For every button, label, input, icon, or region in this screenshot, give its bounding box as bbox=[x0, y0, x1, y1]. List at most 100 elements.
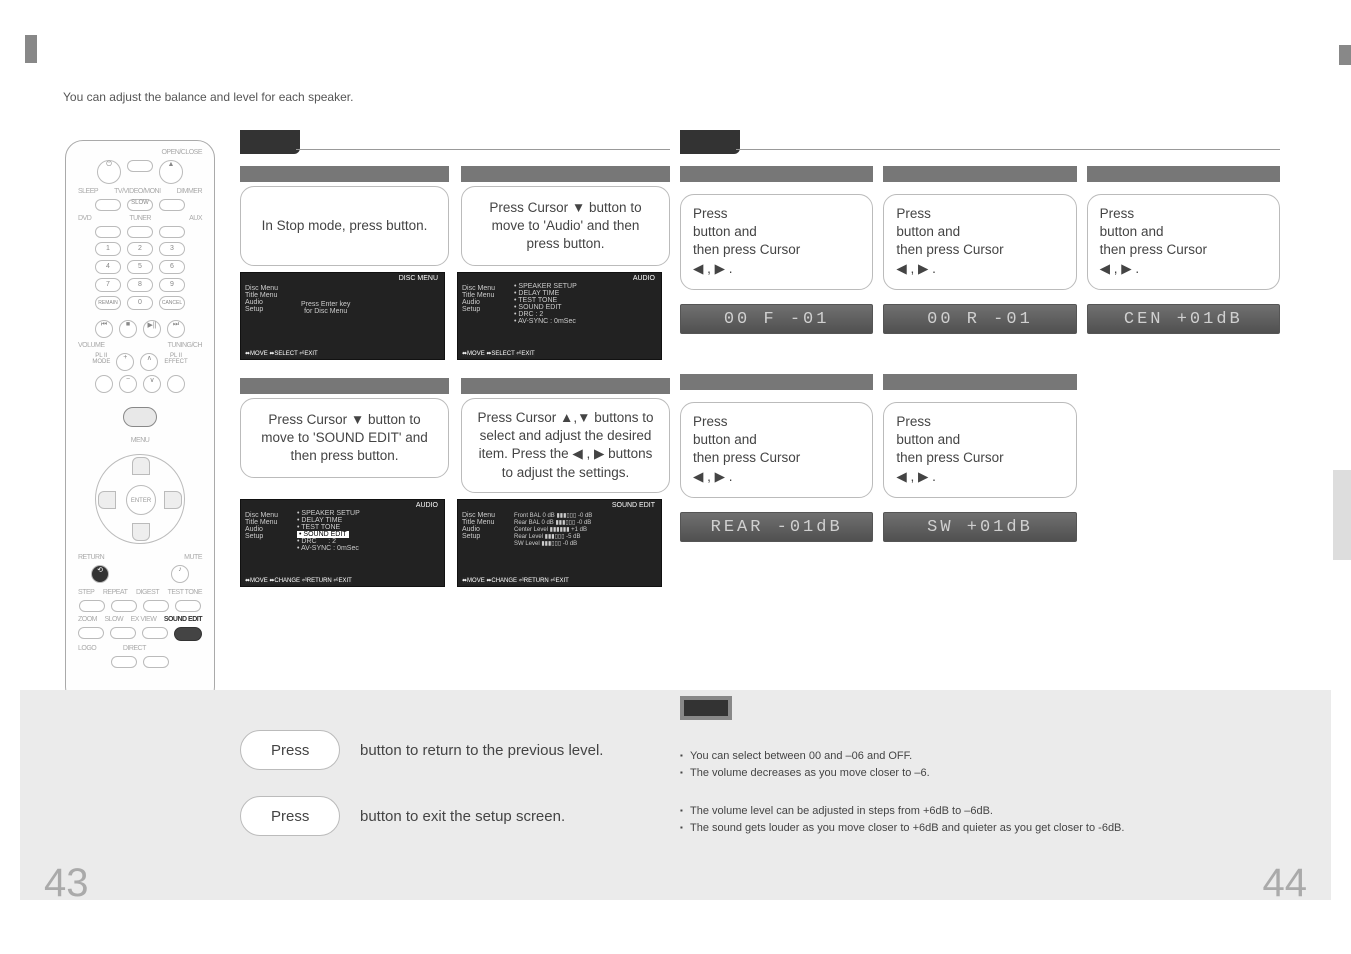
remain-button[interactable]: REMAIN bbox=[95, 296, 121, 310]
screen-sound-edit: SOUND EDIT Disc Menu Title Menu Audio Se… bbox=[457, 499, 662, 587]
r-step2-tab bbox=[883, 166, 1076, 182]
note-box: You can select between 00 and –06 and OF… bbox=[680, 696, 1270, 836]
digest-button[interactable] bbox=[143, 600, 169, 612]
tuning-label: TUNING/CH bbox=[168, 342, 202, 349]
repeat-label: REPEAT bbox=[103, 589, 128, 596]
exview-button[interactable] bbox=[142, 627, 168, 639]
zoom-button[interactable] bbox=[78, 627, 104, 639]
step-1-tab bbox=[240, 166, 449, 182]
step-button[interactable] bbox=[79, 600, 105, 612]
screen1-side: Disc Menu Title Menu Audio Setup bbox=[245, 285, 293, 313]
cursor-down[interactable] bbox=[132, 523, 150, 541]
slow2-button[interactable] bbox=[110, 627, 136, 639]
screen1-footer: ⬌MOVE ⬌SELECT ⏎EXIT bbox=[245, 350, 318, 357]
screen4-footer: ⬌MOVE ⬌CHANGE ⏎RETURN ⏎EXIT bbox=[462, 577, 569, 584]
blank-button[interactable] bbox=[127, 160, 153, 172]
screen3-side: Disc Menu Title Menu Audio Setup bbox=[245, 512, 293, 540]
menu-button[interactable] bbox=[123, 407, 157, 427]
screen2-side: Disc Menu Title Menu Audio Setup bbox=[462, 285, 510, 313]
step-label: STEP bbox=[78, 589, 94, 596]
vol-up[interactable]: + bbox=[116, 353, 134, 371]
screen4-items: Front BAL 0 dB ▮▮▮▯▯▯ -0 dB Rear BAL 0 d… bbox=[514, 512, 592, 547]
screen4-header: SOUND EDIT bbox=[612, 502, 655, 509]
return-button[interactable]: ⟲ bbox=[91, 565, 109, 583]
bottom-left: Press button to return to the previous l… bbox=[240, 730, 603, 862]
r-step5-tab bbox=[883, 374, 1076, 390]
cursor-right[interactable] bbox=[164, 491, 182, 509]
mode-button[interactable] bbox=[95, 375, 113, 393]
cursor-up[interactable] bbox=[132, 457, 150, 475]
tune-up[interactable]: ∧ bbox=[140, 353, 158, 371]
num-5[interactable]: 5 bbox=[127, 260, 153, 274]
intro-text: You can adjust the balance and level for… bbox=[63, 90, 353, 104]
step-2-box: Press Cursor ▼ button to move to 'Audio'… bbox=[461, 186, 670, 266]
effect-button[interactable] bbox=[167, 375, 185, 393]
aux-button[interactable] bbox=[159, 226, 185, 238]
tuner-label: TUNER bbox=[129, 215, 151, 222]
display-front-balance: 00 F -01 bbox=[680, 304, 873, 334]
display-center-level: CEN +01dB bbox=[1087, 304, 1280, 334]
soundedit-label: SOUND EDIT bbox=[164, 616, 202, 623]
repeat-button[interactable] bbox=[111, 600, 137, 612]
vol-down[interactable]: − bbox=[119, 375, 137, 393]
dimmer-button[interactable] bbox=[159, 199, 185, 211]
prev-button[interactable]: ⏮ bbox=[95, 320, 113, 338]
num-8[interactable]: 8 bbox=[127, 278, 153, 292]
step-1-box: In Stop mode, press button. bbox=[240, 186, 449, 266]
num-7[interactable]: 7 bbox=[95, 278, 121, 292]
press-exit-pill: Press bbox=[240, 796, 340, 836]
num-1[interactable]: 1 bbox=[95, 242, 121, 256]
press-label-1: Press bbox=[271, 742, 309, 759]
section-tab-right bbox=[680, 130, 1280, 154]
next-button[interactable]: ⏭ bbox=[167, 320, 185, 338]
page-number-left: 43 bbox=[44, 861, 89, 906]
page-area: OPEN/CLOSE ⏻▲ SLEEPTV/VIDEO/MONIDIMMER S… bbox=[20, 130, 1331, 934]
power-button[interactable]: ⏻ bbox=[97, 160, 121, 184]
screen2-footer: ⬌MOVE ⬌SELECT ⏎EXIT bbox=[462, 350, 535, 357]
r-step4-tab bbox=[680, 374, 873, 390]
r-step1-tab bbox=[680, 166, 873, 182]
note-2: The volume decreases as you move closer … bbox=[680, 765, 1270, 782]
exview-label: EX VIEW bbox=[131, 616, 157, 623]
direct-button[interactable] bbox=[143, 656, 169, 668]
num-6[interactable]: 6 bbox=[159, 260, 185, 274]
step-2-text: Press Cursor ▼ button to move to 'Audio'… bbox=[476, 199, 655, 254]
logo-button[interactable] bbox=[111, 656, 137, 668]
dimmer-label: DIMMER bbox=[177, 188, 202, 195]
tuner-button[interactable] bbox=[127, 226, 153, 238]
soundedit-button[interactable] bbox=[174, 627, 202, 641]
mute-button[interactable]: ♪ bbox=[171, 565, 189, 583]
screen2-items: • SPEAKER SETUP • DELAY TIME • TEST TONE… bbox=[514, 283, 577, 325]
stop-button[interactable]: ■ bbox=[119, 320, 137, 338]
tune-down[interactable]: ∨ bbox=[143, 375, 161, 393]
logo-label: LOGO bbox=[78, 645, 96, 652]
return-instruction: button to return to the previous level. bbox=[360, 742, 603, 759]
r-step4-text: Press button and then press Cursor ◀ , ▶… bbox=[693, 413, 860, 486]
play-button[interactable]: ▶|| bbox=[143, 320, 161, 338]
note-1: You can select between 00 and –06 and OF… bbox=[680, 748, 1270, 765]
enter-button[interactable]: ENTER bbox=[126, 485, 156, 515]
num-2[interactable]: 2 bbox=[127, 242, 153, 256]
testtone-button[interactable] bbox=[175, 600, 201, 612]
page-number-right: 44 bbox=[1263, 861, 1308, 906]
r-step3-tab bbox=[1087, 166, 1280, 182]
num-4[interactable]: 4 bbox=[95, 260, 121, 274]
eject-button[interactable]: ▲ bbox=[159, 160, 183, 184]
right-column: Press button and then press Cursor ◀ , ▶… bbox=[680, 130, 1280, 542]
r-step4-box: Press button and then press Cursor ◀ , ▶… bbox=[680, 402, 873, 498]
aux-label: AUX bbox=[189, 215, 202, 222]
screen3-footer: ⬌MOVE ⬌CHANGE ⏎RETURN ⏎EXIT bbox=[245, 577, 352, 584]
header-accent bbox=[25, 35, 37, 63]
cursor-left[interactable] bbox=[98, 491, 116, 509]
num-0[interactable]: 0 bbox=[127, 296, 153, 310]
num-9[interactable]: 9 bbox=[159, 278, 185, 292]
slow-button[interactable]: SLOW bbox=[127, 199, 153, 211]
r-step1-box: Press button and then press Cursor ◀ , ▶… bbox=[680, 194, 873, 290]
sleep-button[interactable] bbox=[95, 199, 121, 211]
mute-label: MUTE bbox=[184, 554, 202, 561]
cancel-button[interactable]: CANCEL bbox=[159, 296, 185, 310]
dvd-label: DVD bbox=[78, 215, 91, 222]
num-3[interactable]: 3 bbox=[159, 242, 185, 256]
exit-instruction: button to exit the setup screen. bbox=[360, 808, 565, 825]
dvd-button[interactable] bbox=[95, 226, 121, 238]
